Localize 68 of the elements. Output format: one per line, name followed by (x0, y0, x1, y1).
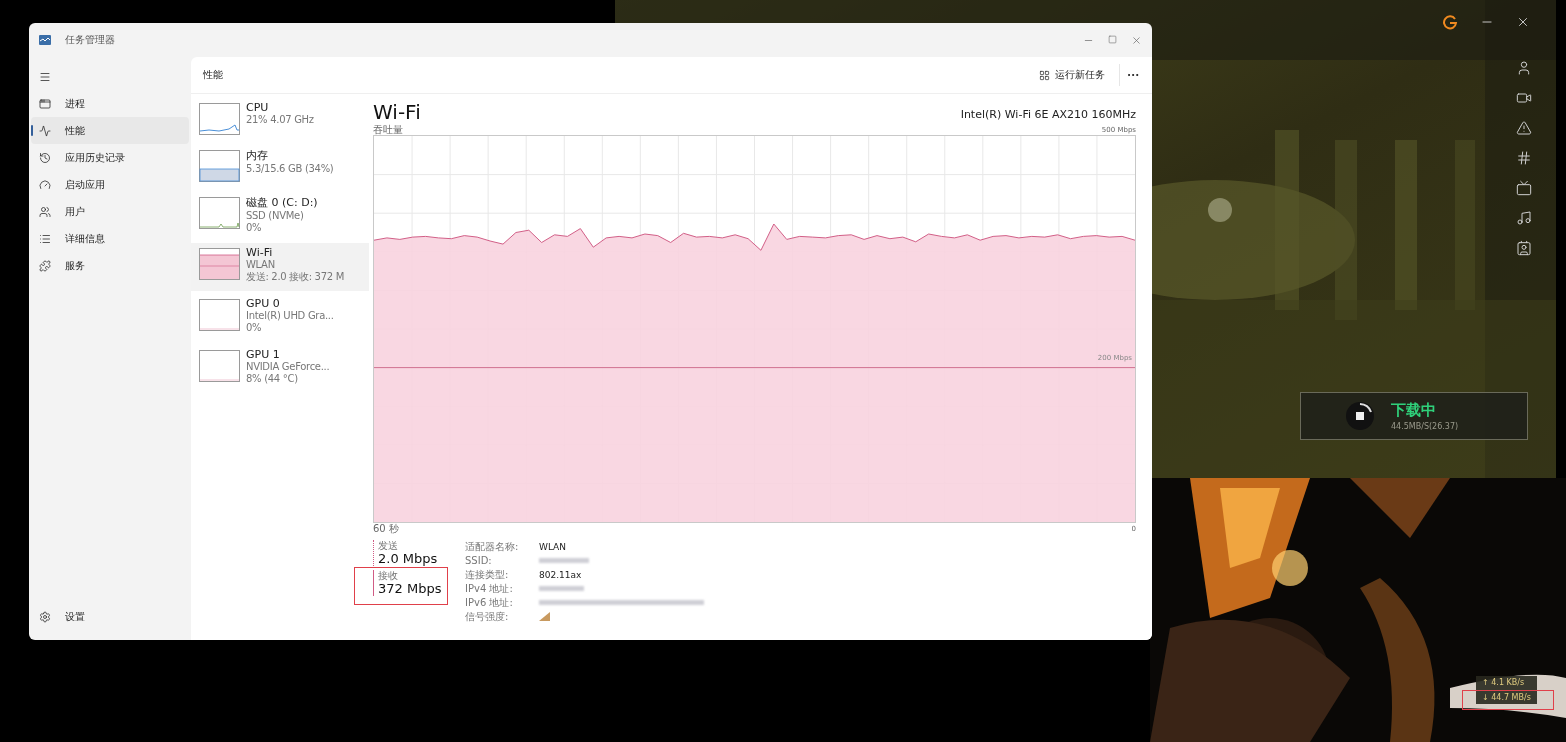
device-item[interactable]: Wi-Fi WLAN 发送: 2.0 接收: 372 M (191, 243, 369, 291)
usage-thumbnail (199, 350, 240, 382)
axis-label: 吞吐量 (373, 124, 403, 135)
nav-item[interactable]: 详细信息 (31, 225, 189, 252)
blurred-value (539, 586, 584, 591)
device-detail: SSD (NVMe) (246, 210, 305, 222)
nav-item[interactable]: 应用历史记录 (31, 144, 189, 171)
property-value: WLAN (539, 541, 567, 552)
property-value: 802.11ax (539, 569, 583, 580)
device-item[interactable]: 磁盘 0 (C: D:) SSD (NVMe) 0% (191, 192, 369, 240)
device-name: Wi-Fi (246, 246, 274, 259)
device-detail: 0% (246, 222, 263, 234)
history-icon (39, 151, 51, 164)
usage-thumbnail (199, 150, 240, 182)
device-detail: 21% 4.07 GHz (246, 114, 314, 126)
signal-icon (539, 612, 550, 621)
device-detail: NVIDIA GeForce... (246, 361, 330, 373)
device-item[interactable]: 内存 5.3/15.6 GB (34%) (191, 145, 369, 189)
nav-item[interactable]: 用户 (31, 198, 189, 225)
device-name: CPU (246, 101, 270, 114)
blurred-value (539, 558, 589, 563)
device-detail: 0% (246, 322, 263, 334)
network-speed: ↑ 4.1 KB/s (1482, 678, 1526, 687)
property-label: 适配器名称: (465, 540, 520, 553)
usage-thumbnail (199, 299, 240, 331)
list-icon (39, 232, 51, 245)
axis-label: 60 秒 (373, 523, 399, 534)
device-item[interactable]: GPU 1 NVIDIA GeForce... 8% (44 °C) (191, 345, 369, 393)
device-name: GPU 1 (246, 348, 281, 361)
device-name: 内存 (246, 148, 269, 163)
gauge-icon (39, 178, 51, 191)
device-item[interactable]: CPU 21% 4.07 GHz (191, 98, 369, 142)
property-label: 信号强度: (465, 610, 510, 623)
window-title: 任务管理器 (65, 33, 115, 47)
device-detail: 发送: 2.0 接收: 372 M (246, 271, 344, 283)
usage-thumbnail (199, 103, 240, 135)
network-speed: ↓ 44.7 MB/s (1482, 693, 1531, 702)
pulse-icon (39, 124, 51, 137)
stat-label: 发送 (378, 540, 399, 551)
usage-thumbnail (199, 197, 240, 229)
stat-value: 2.0 Mbps (378, 551, 439, 566)
settings-item[interactable]: 设置 (31, 603, 189, 630)
page-title: 性能 (203, 68, 223, 82)
puzzle-icon (39, 259, 51, 272)
nav-item[interactable]: 服务 (31, 252, 189, 279)
device-item[interactable]: GPU 0 Intel(R) UHD Gra... 0% (191, 294, 369, 342)
usage-thumbnail (199, 248, 240, 280)
device-name: 磁盘 0 (C: D:) (246, 195, 318, 210)
menu-icon[interactable] (39, 70, 51, 83)
device-detail: 5.3/15.6 GB (34%) (246, 163, 334, 175)
device-detail: 8% (44 °C) (246, 373, 299, 385)
app-icon (39, 35, 51, 45)
device-detail: WLAN (246, 259, 276, 271)
stat-label: 接收 (378, 570, 399, 581)
nav-item[interactable]: 性能 (31, 117, 189, 144)
device-title: Wi-Fi (373, 100, 421, 124)
settings-icon (39, 610, 51, 623)
property-label: IPv6 地址: (465, 596, 514, 609)
window-icon (39, 97, 51, 110)
property-label: SSID: (465, 554, 493, 567)
nav-item[interactable]: 进程 (31, 90, 189, 117)
stat-value: 372 Mbps (378, 581, 443, 596)
property-label: IPv4 地址: (465, 582, 514, 595)
device-name: GPU 0 (246, 297, 281, 310)
property-label: 连接类型: (465, 568, 510, 581)
users-icon (39, 205, 51, 218)
nav-item[interactable]: 启动应用 (31, 171, 189, 198)
device-detail: Intel(R) UHD Gra... (246, 310, 334, 322)
